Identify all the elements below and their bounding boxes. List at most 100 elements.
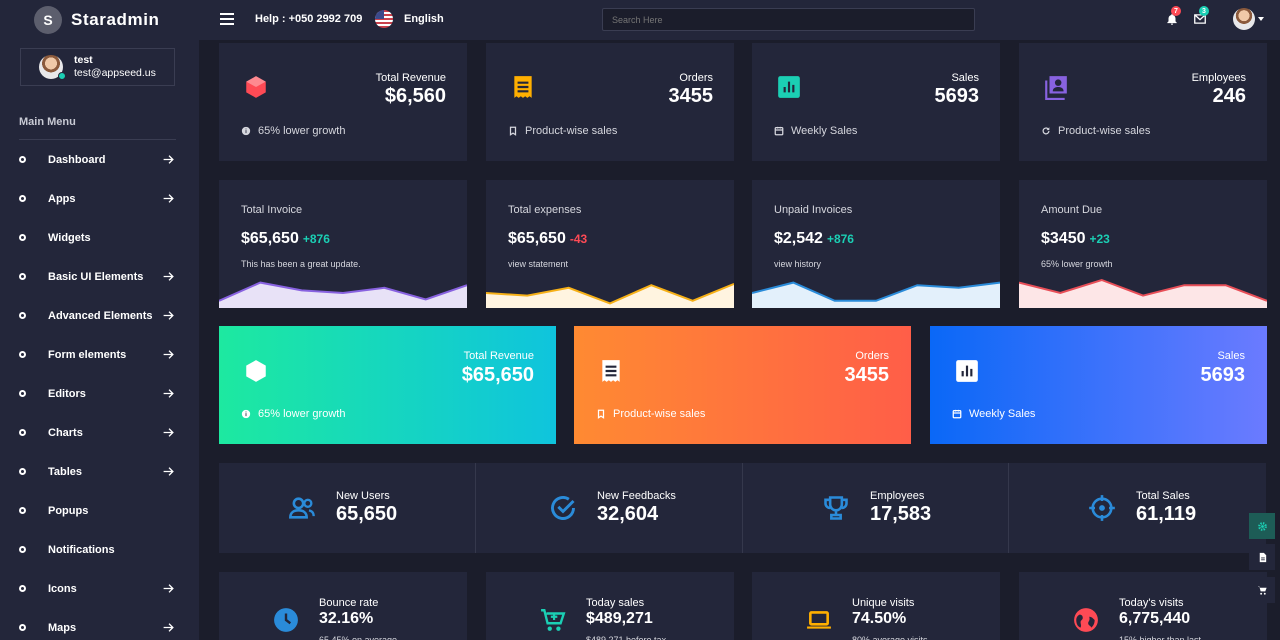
highlight-card: Orders 3455 Product-wise sales [574, 326, 911, 444]
laptop-icon [807, 611, 831, 629]
chevron-down-icon[interactable] [1258, 17, 1264, 21]
circle-icon [19, 195, 26, 202]
cube-icon [246, 76, 266, 98]
users-icon [289, 497, 315, 519]
highlight-footer-text: 65% lower growth [258, 408, 346, 420]
summary-value: 6,775,440 [1119, 610, 1191, 627]
summary-card: Today's visits 6,775,440 15% higher than… [1019, 572, 1267, 640]
highlight-footer: Weekly Sales [952, 408, 1035, 420]
sidebar-item-notifications[interactable]: Notifications [0, 530, 199, 569]
invoice-subtitle[interactable]: 65% lower growth [1041, 259, 1113, 269]
stat-footer-text: Product-wise sales [525, 125, 618, 137]
metric-item: New Feedbacks 32,604 [549, 463, 676, 553]
sidebar-item-basic-ui-elements[interactable]: Basic UI Elements [0, 257, 199, 296]
sidebar-item-label: Widgets [48, 231, 91, 244]
user-email: test@appseed.us [74, 67, 156, 79]
metric-title: New Feedbacks [597, 490, 676, 502]
user-avatar[interactable] [1233, 8, 1255, 30]
messages-button[interactable]: 3 [1193, 6, 1209, 26]
user-name: test [74, 54, 93, 66]
highlight-title: Orders [855, 350, 889, 362]
sidebar-item-tables[interactable]: Tables [0, 452, 199, 491]
brand[interactable]: S Staradmin [0, 0, 199, 40]
divider [1008, 463, 1009, 553]
sidebar-item-editors[interactable]: Editors [0, 374, 199, 413]
sidebar-item-advanced-elements[interactable]: Advanced Elements [0, 296, 199, 335]
divider [742, 463, 743, 553]
sidebar-item-popups[interactable]: Popups [0, 491, 199, 530]
refresh-icon [1042, 127, 1050, 135]
shop-fab[interactable] [1249, 577, 1275, 603]
settings-fab[interactable] [1249, 513, 1275, 539]
metric-value: 32,604 [597, 503, 659, 525]
summary-value: 74.50% [852, 610, 907, 627]
sidebar-item-label: Basic UI Elements [48, 270, 144, 283]
notifications-button[interactable]: 7 [1165, 6, 1181, 26]
summary-subtitle: 15% higher than last [1119, 635, 1202, 640]
arrow-right-icon [163, 467, 174, 476]
check-circle-icon [551, 496, 575, 520]
stat-title: Total Revenue [375, 72, 446, 84]
sidebar-item-dashboard[interactable]: Dashboard [0, 140, 199, 179]
sidebar-item-label: Apps [48, 192, 76, 205]
invoice-delta: +876 [826, 232, 854, 246]
invoice-subtitle[interactable]: This has been a great update. [241, 259, 361, 269]
sparkline-chart [1019, 278, 1267, 308]
sidebar-item-maps[interactable]: Maps [0, 608, 199, 640]
cart-icon [541, 609, 566, 631]
summary-title: Today's visits [1119, 597, 1184, 609]
metric-value: 65,650 [336, 503, 398, 525]
calendar-icon [952, 409, 962, 419]
invoice-subtitle[interactable]: view statement [508, 259, 568, 269]
circle-icon [19, 312, 26, 319]
invoice-title: Total Invoice [241, 204, 303, 216]
circle-icon [19, 273, 26, 280]
avatar [39, 55, 66, 80]
notifications-badge: 7 [1171, 6, 1181, 16]
metric-title: Total Sales [1136, 490, 1190, 502]
receipt-icon [514, 76, 532, 98]
summary-card: Unique visits 74.50% 80% average visits [752, 572, 1000, 640]
sparkline-area [1019, 280, 1267, 308]
info-icon [241, 126, 251, 136]
sidebar-item-charts[interactable]: Charts [0, 413, 199, 452]
invoice-value: $65,650 [508, 230, 566, 247]
summary-subtitle: 65.45% on average ... [319, 635, 408, 640]
language-selector[interactable]: English [404, 13, 444, 25]
circle-icon [19, 468, 26, 475]
arrow-right-icon [163, 194, 174, 203]
menu-toggle-icon[interactable] [220, 13, 234, 25]
sidebar-item-apps[interactable]: Apps [0, 179, 199, 218]
summary-title: Unique visits [852, 597, 915, 609]
help-phone[interactable]: Help : +050 2992 709 [255, 13, 362, 25]
stat-value: $6,560 [384, 85, 446, 107]
online-status-icon [58, 72, 66, 80]
invoice-title: Total expenses [508, 204, 582, 216]
highlight-card: Sales 5693 Weekly Sales [930, 326, 1267, 444]
bar-chart-icon [956, 360, 978, 382]
summary-title: Today sales [586, 597, 645, 609]
docs-fab[interactable] [1249, 544, 1275, 570]
invoice-subtitle[interactable]: view history [774, 259, 821, 269]
summary-title: Bounce rate [319, 597, 379, 609]
invoice-value-row: $3450 +23 [1041, 230, 1110, 248]
globe-icon [1074, 608, 1098, 632]
sparkline-chart [752, 281, 1000, 308]
sparkline-area [219, 282, 467, 308]
summary-card: Today sales $489,271 $489,271 before tax [486, 572, 734, 640]
search-input[interactable] [602, 8, 975, 31]
metric-item: Total Sales 61,119 [1088, 463, 1196, 553]
stat-title: Sales [951, 72, 979, 84]
arrow-right-icon [163, 389, 174, 398]
arrow-right-icon [163, 155, 174, 164]
stat-footer-text: 65% lower growth [258, 125, 346, 137]
stat-value: 246 [1212, 85, 1246, 107]
sidebar-item-form-elements[interactable]: Form elements [0, 335, 199, 374]
user-profile[interactable]: test test@appseed.us [20, 48, 175, 86]
stat-title: Employees [1191, 72, 1246, 84]
sidebar-item-icons[interactable]: Icons [0, 569, 199, 608]
invoice-value-row: $2,542 +876 [774, 230, 854, 248]
us-flag-icon[interactable] [375, 10, 393, 28]
arrow-right-icon [163, 584, 174, 593]
sidebar-item-widgets[interactable]: Widgets [0, 218, 199, 257]
